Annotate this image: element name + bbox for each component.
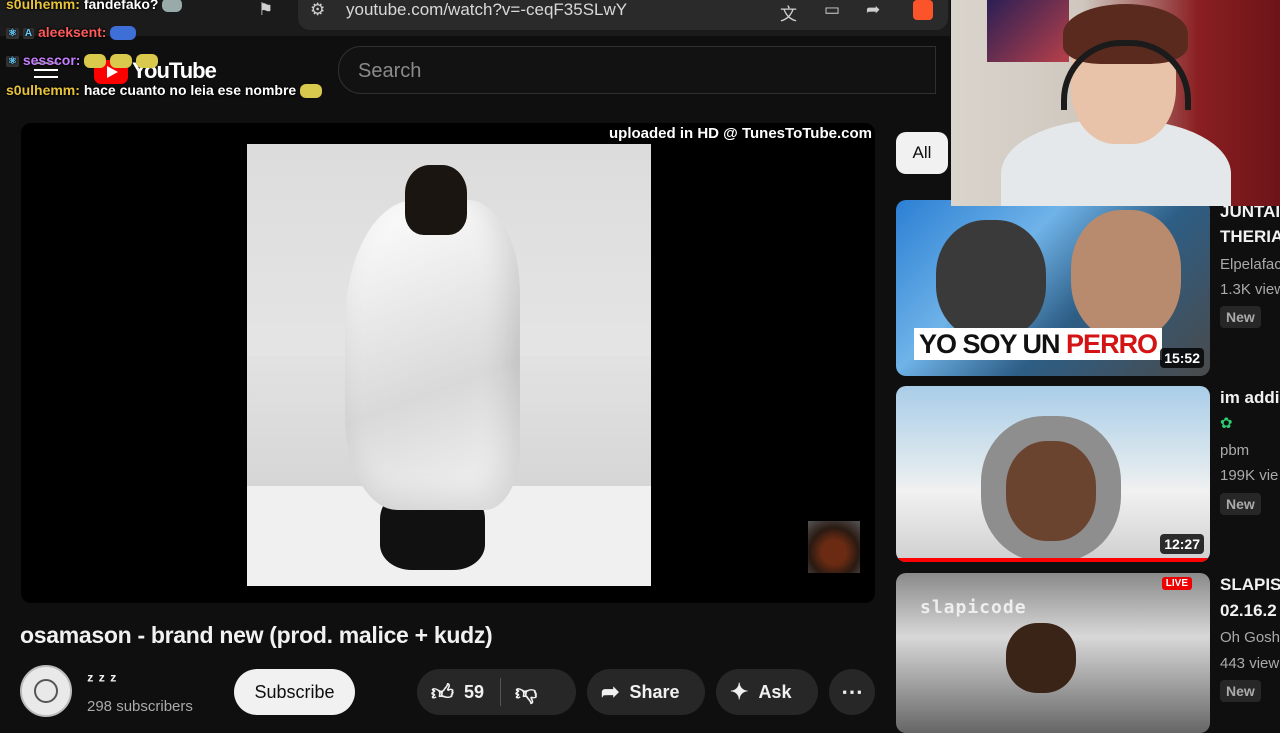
url-text[interactable]: youtube.com/watch?v=-ceqF35SLwY: [346, 0, 627, 20]
bookmark-icon[interactable]: ⚑: [258, 0, 273, 20]
chat-message: s0ulhemm: fandefako?: [6, 0, 183, 13]
share-label: Share: [629, 681, 680, 702]
translate-icon[interactable]: 文: [780, 0, 797, 25]
chat-message: ⚛ A aleeksent:: [6, 24, 137, 41]
recommendation-views: 443 view: [1220, 655, 1280, 672]
thumbnail-face: [1006, 441, 1096, 541]
recommendation-channel[interactable]: Elpelafac: [1220, 256, 1280, 273]
channel-avatar[interactable]: [20, 665, 72, 717]
like-dislike-group: 👍︎ 59 👎︎: [417, 669, 576, 715]
chat-message: ⚛ sesscor:: [6, 52, 159, 69]
like-count[interactable]: 59: [464, 682, 484, 703]
recommendation-channel[interactable]: pbm: [1220, 442, 1249, 459]
channel-name[interactable]: ᶻ ᶻ ᶻ: [87, 670, 117, 691]
chat-badge-icon: A: [22, 27, 35, 39]
video-duration: 12:27: [1160, 534, 1204, 554]
recommendation-views: 199K vie: [1220, 467, 1279, 484]
emote-icon: [136, 54, 159, 69]
like-icon[interactable]: 👍︎: [431, 679, 454, 706]
subscriber-count: 298 subscribers: [87, 698, 193, 715]
ask-button[interactable]: ✦ Ask: [716, 669, 818, 715]
recommendation-title-line2[interactable]: 02.16.2: [1220, 601, 1277, 621]
recommendation-views: 1.3K view: [1220, 281, 1280, 298]
watch-progress-bar: [896, 558, 1210, 562]
thumbnail-person: [1071, 210, 1181, 340]
new-badge: New: [1220, 680, 1261, 702]
video-duration: 15:52: [1160, 348, 1204, 368]
recommendation-thumbnail[interactable]: slapicode LIVE: [896, 573, 1210, 733]
album-art-figure: [345, 200, 520, 510]
thumbnail-person: [1006, 623, 1076, 693]
divider: [500, 678, 502, 706]
chat-username: s0ulhemm:: [6, 0, 80, 12]
recommendation-channel[interactable]: Oh Gosh: [1220, 629, 1280, 646]
album-art-figure-head: [405, 165, 467, 235]
leaf-icon: ✿: [1220, 415, 1233, 432]
chat-username: sesscor:: [22, 52, 81, 68]
chat-badge-icon: ⚛: [6, 55, 19, 67]
thumbnail-person: [936, 220, 1046, 340]
recommendation-title[interactable]: SLAPIS: [1220, 575, 1280, 595]
video-title: osamason - brand new (prod. malice + kud…: [20, 622, 493, 648]
emote-icon: [84, 54, 107, 69]
chat-username: s0ulhemm:: [6, 82, 80, 98]
brave-shield-icon[interactable]: [913, 0, 933, 20]
more-icon: ⋯: [841, 679, 863, 704]
recommendation-thumbnail[interactable]: 12:27: [896, 386, 1210, 562]
streamer-webcam: [951, 0, 1280, 206]
share-button[interactable]: ➦ Share: [587, 669, 705, 715]
chat-username: aleeksent:: [37, 24, 107, 40]
video-overlay-text: uploaded in HD @ TunesToTube.com: [609, 125, 872, 142]
site-settings-icon[interactable]: ⚙: [310, 0, 325, 20]
new-badge: New: [1220, 493, 1261, 515]
sparkle-icon: ✦: [730, 679, 749, 704]
subscribe-button[interactable]: Subscribe: [234, 669, 355, 715]
chat-badge-icon: ⚛: [6, 27, 19, 39]
emote-icon: [110, 26, 137, 41]
webcam-wall-poster: [987, 0, 1069, 62]
emote-icon: [162, 0, 183, 13]
channel-watermark[interactable]: [808, 521, 860, 573]
live-badge: LIVE: [1161, 577, 1192, 590]
ask-label: Ask: [758, 681, 792, 702]
chip-all[interactable]: All: [896, 132, 948, 174]
thumbnail-logo-text: slapicode: [920, 597, 1027, 618]
emote-icon: [300, 84, 323, 99]
recommendation-title[interactable]: im addi: [1220, 388, 1280, 408]
share-icon: ➦: [601, 679, 620, 704]
recommendation-title-line2[interactable]: THERIA: [1220, 227, 1280, 247]
search-placeholder: Search: [358, 60, 422, 82]
chat-text: hace cuanto no leia ese nombre: [83, 82, 297, 98]
chat-message: s0ulhemm: hace cuanto no leia ese nombre: [6, 82, 323, 99]
cast-icon[interactable]: ▭: [824, 0, 840, 20]
share-page-icon[interactable]: ➦: [866, 0, 880, 20]
search-input[interactable]: [338, 46, 936, 94]
recommendation-thumbnail[interactable]: YO SOY UN PERRO 15:52: [896, 200, 1210, 376]
more-actions-button[interactable]: ⋯: [829, 669, 875, 715]
thumbnail-caption: YO SOY UN PERRO: [914, 328, 1163, 360]
new-badge: New: [1220, 306, 1261, 328]
dislike-icon[interactable]: 👎︎: [515, 679, 537, 706]
chat-text: fandefako?: [83, 0, 159, 12]
emote-icon: [110, 54, 133, 69]
